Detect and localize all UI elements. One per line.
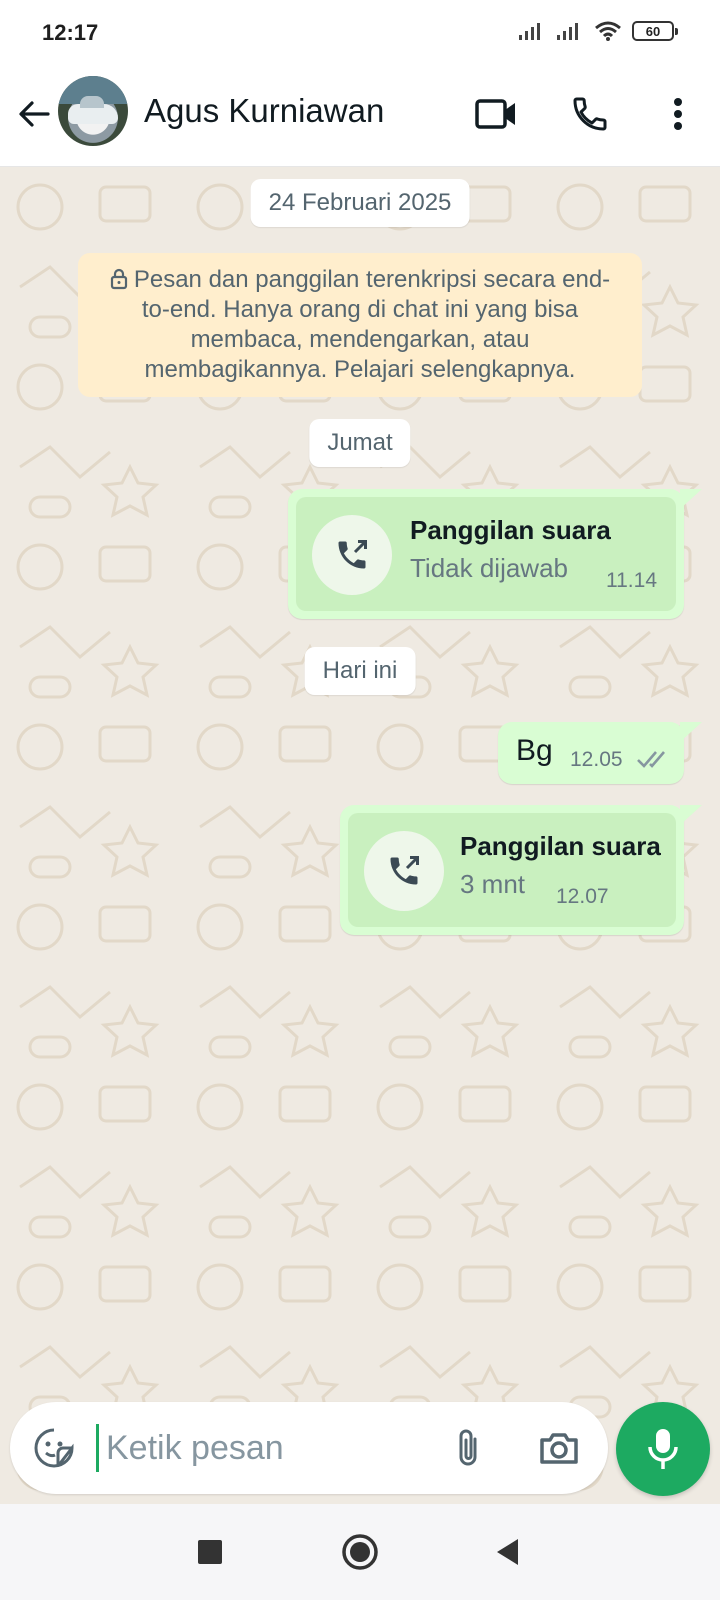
camera-button[interactable] xyxy=(534,1424,584,1472)
message-input[interactable] xyxy=(106,1420,406,1476)
call-title: Panggilan suara xyxy=(410,515,611,545)
arrow-left-icon xyxy=(19,101,50,127)
paperclip-icon xyxy=(459,1429,477,1466)
more-options-button[interactable] xyxy=(652,88,704,140)
back-nav-button[interactable] xyxy=(482,1526,534,1578)
call-message-bubble[interactable]: Panggilan suara 3 mnt 12.07 xyxy=(340,805,684,935)
contact-name[interactable]: Agus Kurniawan xyxy=(144,92,384,130)
recents-button[interactable] xyxy=(184,1526,236,1578)
message-text: Bg xyxy=(516,734,553,767)
outgoing-call-icon xyxy=(390,856,419,885)
circle-home-icon xyxy=(342,1534,378,1570)
back-button[interactable] xyxy=(12,92,56,136)
sticker-button[interactable] xyxy=(30,1424,78,1472)
avatar[interactable] xyxy=(58,76,128,146)
call-status: Tidak dijawab xyxy=(410,553,569,583)
home-button[interactable] xyxy=(334,1526,386,1578)
attach-button[interactable] xyxy=(444,1424,492,1472)
call-icon-badge xyxy=(312,515,392,595)
video-camera-icon xyxy=(475,99,515,129)
status-bar: 12:17 60 xyxy=(0,0,720,68)
car-image xyxy=(68,96,118,124)
call-icon-badge xyxy=(364,831,444,911)
message-time: 12.05 xyxy=(570,748,623,771)
status-icons: 60 xyxy=(518,20,678,42)
chat-header: Agus Kurniawan xyxy=(0,68,720,167)
call-message-bubble[interactable]: Panggilan suara Tidak dijawab 11.14 xyxy=(288,489,684,619)
signal-icon xyxy=(557,23,578,40)
encryption-notice[interactable]: Pesan dan panggilan terenkripsi secara e… xyxy=(78,253,642,397)
date-divider: Jumat xyxy=(309,419,411,467)
camera-icon xyxy=(540,1433,578,1464)
voice-call-button[interactable] xyxy=(564,88,616,140)
text-cursor xyxy=(96,1424,99,1472)
triangle-back-icon xyxy=(497,1539,518,1565)
sticker-icon xyxy=(34,1428,74,1468)
call-duration: 3 mnt xyxy=(460,869,526,899)
message-composer xyxy=(10,1402,608,1494)
microphone-icon xyxy=(648,1429,678,1469)
more-vertical-icon xyxy=(674,98,682,130)
call-title: Panggilan suara xyxy=(460,831,661,861)
lock-icon xyxy=(110,268,127,290)
battery-level: 60 xyxy=(645,23,661,39)
chat-area[interactable]: 24 Februari 2025 Pesan dan panggilan ter… xyxy=(0,167,720,1504)
wifi-icon xyxy=(595,21,621,41)
message-time: 11.14 xyxy=(606,569,657,592)
bubble-tail xyxy=(680,722,702,742)
bubble-tail xyxy=(680,805,702,825)
date-divider: 24 Februari 2025 xyxy=(250,179,470,227)
double-check-icon xyxy=(637,751,665,768)
message-time: 12.07 xyxy=(556,885,609,908)
date-divider: Hari ini xyxy=(304,647,416,695)
status-time: 12:17 xyxy=(42,20,99,45)
system-navigation-bar xyxy=(0,1504,720,1600)
text-message-bubble[interactable]: Bg 12.05 xyxy=(498,722,684,784)
square-icon xyxy=(198,1540,222,1564)
video-call-button[interactable] xyxy=(470,88,522,140)
encryption-text: Pesan dan panggilan terenkripsi secara e… xyxy=(133,266,611,383)
battery-indicator: 60 xyxy=(632,21,678,41)
signal-icon xyxy=(519,23,540,40)
voice-message-button[interactable] xyxy=(616,1402,710,1496)
bubble-tail xyxy=(680,489,702,509)
phone-icon xyxy=(573,97,607,131)
outgoing-call-icon xyxy=(338,540,367,569)
